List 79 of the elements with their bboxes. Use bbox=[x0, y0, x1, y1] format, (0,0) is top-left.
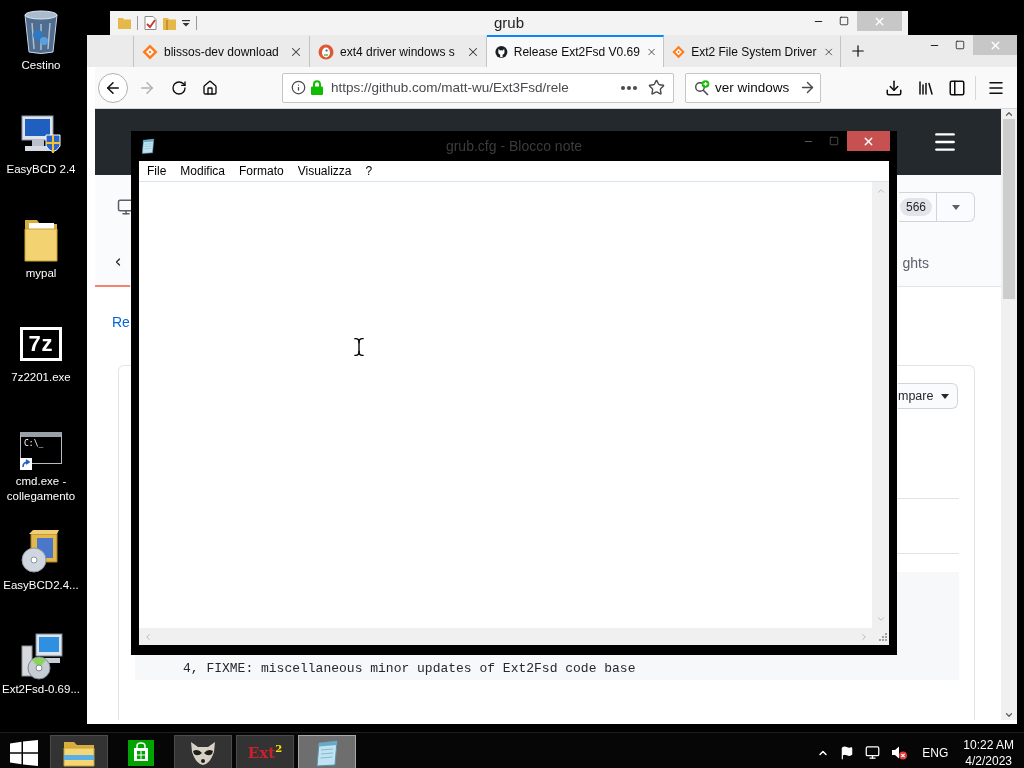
close-icon[interactable] bbox=[822, 45, 834, 59]
home-icon bbox=[202, 79, 218, 96]
window-title: grub.cfg - Blocco note bbox=[445, 138, 583, 154]
folder-icon bbox=[118, 17, 131, 29]
scroll-up-icon[interactable] bbox=[1004, 109, 1014, 119]
desktop-icon-label[interactable]: 7z2201.exe bbox=[0, 370, 82, 385]
star-icon bbox=[647, 79, 665, 96]
desktop-icon-label[interactable]: cmd.exe - collegamento bbox=[0, 474, 82, 504]
document-check-icon bbox=[144, 16, 157, 30]
circle-logo-icon bbox=[318, 44, 334, 60]
search-field[interactable]: ver windows bbox=[685, 72, 821, 103]
7z-logo: 7z bbox=[20, 327, 62, 361]
info-icon[interactable] bbox=[291, 80, 306, 95]
desktop-icon-label[interactable]: EasyBCD2.4... bbox=[0, 578, 82, 593]
ext-logo: Ext$^{2}$ bbox=[247, 743, 283, 762]
menu-item[interactable]: File bbox=[140, 162, 174, 180]
count-badge: 566 bbox=[900, 198, 933, 216]
close-icon[interactable] bbox=[289, 45, 303, 59]
browser-tab[interactable]: blissos-dev download bbox=[133, 35, 310, 67]
maximize-icon bbox=[839, 16, 849, 26]
animal-face-icon bbox=[188, 739, 218, 766]
windows-logo-icon bbox=[10, 739, 38, 766]
counter-button[interactable]: 566 bbox=[899, 192, 937, 222]
diamond-logo-icon bbox=[672, 44, 686, 60]
cat-logo-icon bbox=[495, 44, 508, 60]
volume-muted-icon[interactable] bbox=[891, 745, 908, 760]
nav-tab[interactable]: ghts bbox=[902, 254, 929, 271]
scrollbar-thumb[interactable] bbox=[1003, 119, 1015, 299]
download-icon bbox=[885, 78, 903, 97]
back-button[interactable] bbox=[98, 72, 128, 103]
code-line: 4, FIXME: miscellaneous minor updates of Ext2Fsd code base bbox=[183, 661, 636, 677]
close-icon[interactable] bbox=[466, 45, 480, 59]
menu-item[interactable]: Visualizza bbox=[290, 162, 359, 180]
scroll-down-icon[interactable] bbox=[1004, 710, 1014, 720]
ellipsis-icon bbox=[621, 85, 637, 90]
library-icon bbox=[917, 78, 935, 97]
lock-icon bbox=[311, 80, 323, 95]
monitor-icon[interactable] bbox=[865, 745, 881, 760]
maximize-icon bbox=[829, 136, 839, 146]
plus-icon bbox=[849, 42, 867, 60]
scrollbar[interactable] bbox=[1001, 109, 1017, 720]
taskbar-button[interactable] bbox=[174, 734, 232, 768]
go-arrow-icon[interactable] bbox=[799, 79, 816, 96]
menu-item[interactable]: Formato bbox=[232, 162, 291, 180]
url-field[interactable]: https://github.com/matt-wu/Ext3Fsd/rele bbox=[282, 72, 674, 103]
maximize-icon bbox=[955, 40, 965, 50]
size-grip-icon[interactable] bbox=[877, 631, 887, 641]
desktop-icon-label[interactable]: EasyBCD 2.4 bbox=[0, 162, 82, 177]
clock[interactable]: 10:22 AM 4/2/2023 bbox=[963, 736, 1014, 768]
notepad-icon bbox=[313, 738, 341, 767]
language-indicator[interactable]: ENG bbox=[922, 745, 949, 760]
trash-bin-icon bbox=[23, 9, 59, 55]
shortcut-arrow-icon bbox=[20, 458, 32, 470]
console-window: C:\_ bbox=[20, 432, 62, 464]
taskbar-button[interactable]: Ext$^{2}$ bbox=[236, 734, 294, 768]
folder-icon bbox=[163, 16, 176, 30]
taskbar-button[interactable] bbox=[298, 734, 356, 768]
taskbar-button[interactable] bbox=[50, 734, 108, 768]
desktop-icon-label[interactable]: Ext2Fsd-0.69... bbox=[0, 682, 82, 697]
folder-icon bbox=[21, 217, 61, 263]
desktop-icon-label[interactable]: mypal bbox=[0, 266, 82, 281]
diamond-logo-icon bbox=[142, 44, 158, 60]
dropdown-icon[interactable] bbox=[182, 19, 190, 27]
search-add-icon bbox=[694, 79, 710, 96]
link[interactable]: Re bbox=[112, 314, 130, 330]
menu-item[interactable]: ? bbox=[358, 162, 380, 180]
reload-icon bbox=[171, 79, 187, 96]
browser-tab[interactable]: Release Ext2Fsd V0.69 bbox=[487, 35, 664, 67]
flag-icon[interactable] bbox=[840, 745, 855, 760]
dropdown-button[interactable]: mpare bbox=[898, 383, 958, 409]
notepad-icon bbox=[140, 138, 156, 154]
computer-disc-icon bbox=[18, 632, 64, 680]
caret-icon bbox=[941, 393, 950, 399]
caret-icon bbox=[951, 204, 960, 210]
shopping-bag-tile-icon bbox=[128, 739, 154, 766]
desktop-icon-label[interactable]: Cestino bbox=[0, 58, 82, 73]
menu-item[interactable]: Modifica bbox=[173, 162, 233, 180]
window-title: grub bbox=[494, 14, 524, 32]
sidebar-icon bbox=[948, 78, 966, 97]
